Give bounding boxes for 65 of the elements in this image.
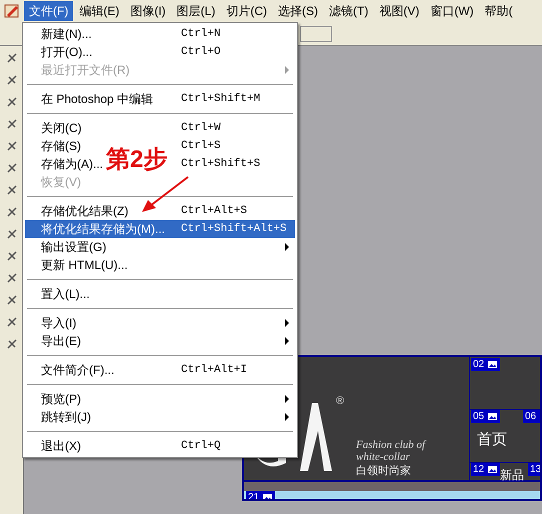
shortcut-text: Ctrl+S — [181, 138, 221, 154]
tagline-text: Fashion club of — [356, 439, 426, 451]
tagline-text: white-collar — [356, 451, 411, 463]
slice-number: 06 — [525, 410, 536, 422]
shortcut-text: Ctrl+O — [181, 44, 221, 60]
menu-item[interactable]: 将优化结果存储为(M)... — [41, 220, 165, 238]
menu-highlight[interactable]: 将优化结果存储为(M)... Ctrl+Shift+Alt+S — [25, 220, 295, 238]
registered-mark: ® — [336, 394, 344, 409]
tool-icon[interactable] — [6, 272, 18, 284]
menu-item[interactable]: 在 Photoshop 中编辑 — [41, 90, 154, 108]
menu-bar-item[interactable]: 切片(C) — [221, 1, 272, 21]
nav-text: 首页 — [477, 430, 507, 450]
nav-text: 新品 — [500, 467, 524, 484]
menu-item[interactable]: 输出设置(G) — [41, 238, 106, 256]
slice-number: 12 — [473, 464, 484, 476]
tool-icon[interactable] — [6, 338, 18, 350]
shortcut-text: Ctrl+Shift+M — [181, 92, 260, 107]
menu-bar-item[interactable]: 编辑(E) — [74, 1, 124, 21]
slice-number: 05 — [473, 410, 484, 422]
shortcut-text: Ctrl+Q — [181, 438, 221, 454]
menu-item[interactable]: 存储为(A)... — [41, 155, 103, 173]
menu-item[interactable]: 置入(L)... — [41, 285, 90, 303]
annotation-text: 第2步 — [106, 147, 168, 173]
menu-item[interactable]: 更新 HTML(U)... — [41, 256, 128, 274]
menu-bar-item[interactable]: 选择(S) — [273, 1, 323, 21]
tool-icon[interactable] — [6, 118, 18, 130]
menu-item[interactable]: 预览(P) — [41, 390, 81, 408]
menu-bar-item[interactable]: 滤镜(T) — [324, 1, 374, 21]
tool-icon[interactable] — [6, 162, 18, 174]
menu-item[interactable]: 存储优化结果(Z) — [41, 202, 128, 220]
shortcut-text: Ctrl+Shift+Alt+S — [181, 222, 287, 237]
shortcut-text: Ctrl+N — [181, 26, 221, 42]
tool-icon[interactable] — [6, 294, 18, 306]
tool-icon[interactable] — [6, 250, 18, 262]
menu-bar-item[interactable]: 图层(L) — [172, 1, 220, 21]
option-field[interactable] — [300, 26, 332, 42]
menu-item[interactable]: 新建(N)... — [41, 25, 92, 43]
menu-item[interactable]: 文件简介(F)... — [41, 361, 114, 379]
menu-bar-item[interactable]: 图像(I) — [125, 1, 171, 21]
menu-bar-item[interactable]: 帮助( — [480, 1, 518, 21]
menu-item[interactable]: 导出(E) — [41, 332, 81, 350]
tool-icon[interactable] — [6, 140, 18, 152]
menu-bar-item[interactable]: 文件(F) — [24, 1, 74, 21]
menu-item[interactable]: 关闭(C) — [41, 119, 82, 137]
shortcut-text: Ctrl+Shift+S — [181, 156, 260, 172]
shortcut-text: Ctrl+Alt+I — [181, 362, 248, 378]
menu-item[interactable]: 跳转到(J) — [41, 408, 91, 426]
tool-icon[interactable] — [6, 316, 18, 328]
tool-icon[interactable] — [6, 52, 18, 64]
slogan-text: 白领时尚家 — [356, 464, 412, 479]
menu-item[interactable]: 导入(I) — [41, 314, 76, 332]
tool-icon[interactable] — [6, 228, 18, 240]
tool-icon[interactable] — [6, 96, 18, 108]
app-icon — [4, 3, 20, 19]
menu-item[interactable]: 退出(X) — [41, 437, 81, 455]
tool-icon[interactable] — [6, 184, 18, 196]
menu-item[interactable]: 打开(O)... — [41, 43, 92, 61]
tool-icon[interactable] — [6, 206, 18, 218]
tool-icon[interactable] — [6, 74, 18, 86]
shortcut-text: Ctrl+Alt+S — [181, 204, 248, 219]
menu-bar-item[interactable]: 视图(V) — [374, 1, 424, 21]
slice-number: 02 — [473, 358, 484, 370]
menu-bar-item[interactable]: 窗口(W) — [425, 1, 479, 21]
shortcut-text: Ctrl+W — [181, 120, 221, 136]
menu-item[interactable]: 存储(S) — [41, 137, 81, 155]
